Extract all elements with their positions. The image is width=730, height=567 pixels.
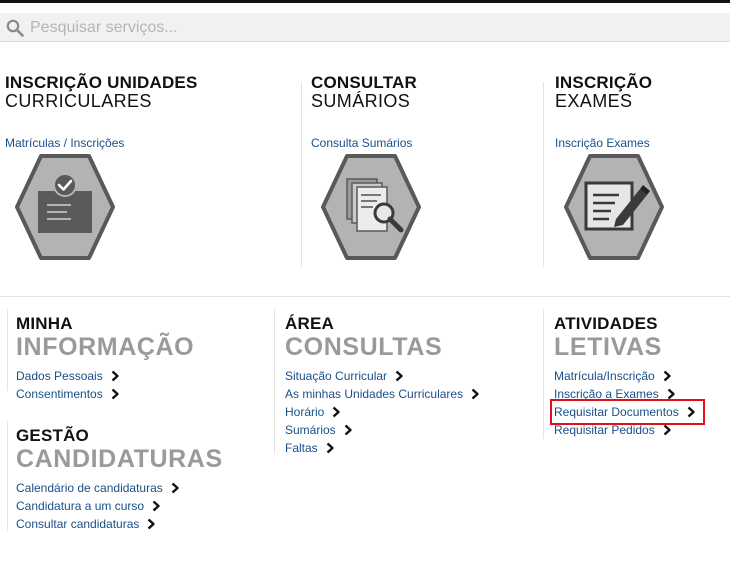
chevron-right-icon xyxy=(469,388,481,400)
pen-form-icon[interactable] xyxy=(564,153,664,261)
section-area-consultas: ÁREA CONSULTAS Situação Curricular As mi… xyxy=(285,315,481,457)
section-gestao-candidaturas: GESTÃO CANDIDATURAS Calendário de candid… xyxy=(16,427,223,533)
section-title: MINHA xyxy=(16,314,73,333)
chevron-right-icon xyxy=(661,424,673,436)
column-divider xyxy=(543,309,544,439)
link-requisitar-pedidos[interactable]: Requisitar Pedidos xyxy=(554,421,673,439)
chevron-right-icon xyxy=(330,406,342,418)
link-minhas-unidades-curriculares[interactable]: As minhas Unidades Curriculares xyxy=(285,385,481,403)
section-title: ATIVIDADES xyxy=(554,314,658,333)
link-horario[interactable]: Horário xyxy=(285,403,342,421)
link-dados-pessoais[interactable]: Dados Pessoais xyxy=(16,367,121,385)
tile-inscricao-exames: INSCRIÇÃO EXAMES Inscrição Exames xyxy=(555,73,664,260)
checkmark-document-icon[interactable] xyxy=(15,153,115,261)
section-subtitle: CANDIDATURAS xyxy=(16,445,223,473)
tile-link-matriculas[interactable]: Matrículas / Inscrições xyxy=(5,136,124,150)
search-input[interactable] xyxy=(30,16,720,39)
chevron-right-icon xyxy=(109,388,121,400)
chevron-right-icon xyxy=(685,406,697,418)
link-situacao-curricular[interactable]: Situação Curricular xyxy=(285,367,405,385)
section-subtitle: LETIVAS xyxy=(554,333,662,361)
tile-link-consulta-sumarios[interactable]: Consulta Sumários xyxy=(311,136,412,150)
column-divider xyxy=(543,82,544,267)
link-sumarios[interactable]: Sumários xyxy=(285,421,354,439)
chevron-right-icon xyxy=(169,482,181,494)
section-subtitle: INFORMAÇÃO xyxy=(16,333,195,361)
section-atividades-letivas: ATIVIDADES LETIVAS Matrícula/Inscrição I… xyxy=(550,314,705,439)
chevron-right-icon xyxy=(324,442,336,454)
search-bar[interactable] xyxy=(0,13,730,42)
top-border xyxy=(0,0,730,3)
chevron-right-icon xyxy=(109,370,121,382)
chevron-right-icon xyxy=(145,518,157,530)
section-title: ÁREA xyxy=(285,314,334,333)
magnifier-documents-icon[interactable] xyxy=(321,153,421,261)
horizontal-divider xyxy=(0,296,730,297)
link-requisitar-documentos[interactable]: Requisitar Documentos xyxy=(550,399,705,425)
link-consultar-candidaturas[interactable]: Consultar candidaturas xyxy=(16,515,157,533)
column-divider xyxy=(274,309,275,454)
section-minha-informacao: MINHA INFORMAÇÃO Dados Pessoais Consenti… xyxy=(16,315,194,403)
section-subtitle: CONSULTAS xyxy=(285,333,443,361)
search-icon xyxy=(6,19,24,37)
tile-title: CONSULTAR xyxy=(311,73,417,92)
chevron-right-icon xyxy=(342,424,354,436)
link-consentimentos[interactable]: Consentimentos xyxy=(16,385,121,403)
chevron-right-icon xyxy=(393,370,405,382)
section-title: GESTÃO xyxy=(16,426,89,445)
column-divider xyxy=(7,421,8,531)
tile-title: INSCRIÇÃO xyxy=(555,73,653,92)
link-matricula-inscricao[interactable]: Matrícula/Inscrição xyxy=(554,367,673,385)
chevron-right-icon xyxy=(150,500,162,512)
link-inscricao-exames[interactable]: Inscrição a Exames xyxy=(554,385,677,403)
tile-subtitle: SUMÁRIOS xyxy=(311,91,411,111)
chevron-right-icon xyxy=(665,388,677,400)
tile-title: INSCRIÇÃO UNIDADES xyxy=(5,73,198,92)
chevron-right-icon xyxy=(661,370,673,382)
tile-subtitle: EXAMES xyxy=(555,91,633,111)
tile-subtitle: CURRICULARES xyxy=(5,91,152,111)
tile-inscricao-unidades: INSCRIÇÃO UNIDADES CURRICULARES Matrícul… xyxy=(5,73,198,260)
link-candidatura-curso[interactable]: Candidatura a um curso xyxy=(16,497,162,515)
link-faltas[interactable]: Faltas xyxy=(285,439,336,457)
column-divider xyxy=(7,309,8,391)
link-calendario-candidaturas[interactable]: Calendário de candidaturas xyxy=(16,479,181,497)
column-divider xyxy=(301,82,302,267)
tile-consultar-sumarios: CONSULTAR SUMÁRIOS Consulta Sumários xyxy=(311,73,421,260)
tile-link-inscricao-exames[interactable]: Inscrição Exames xyxy=(555,136,650,150)
